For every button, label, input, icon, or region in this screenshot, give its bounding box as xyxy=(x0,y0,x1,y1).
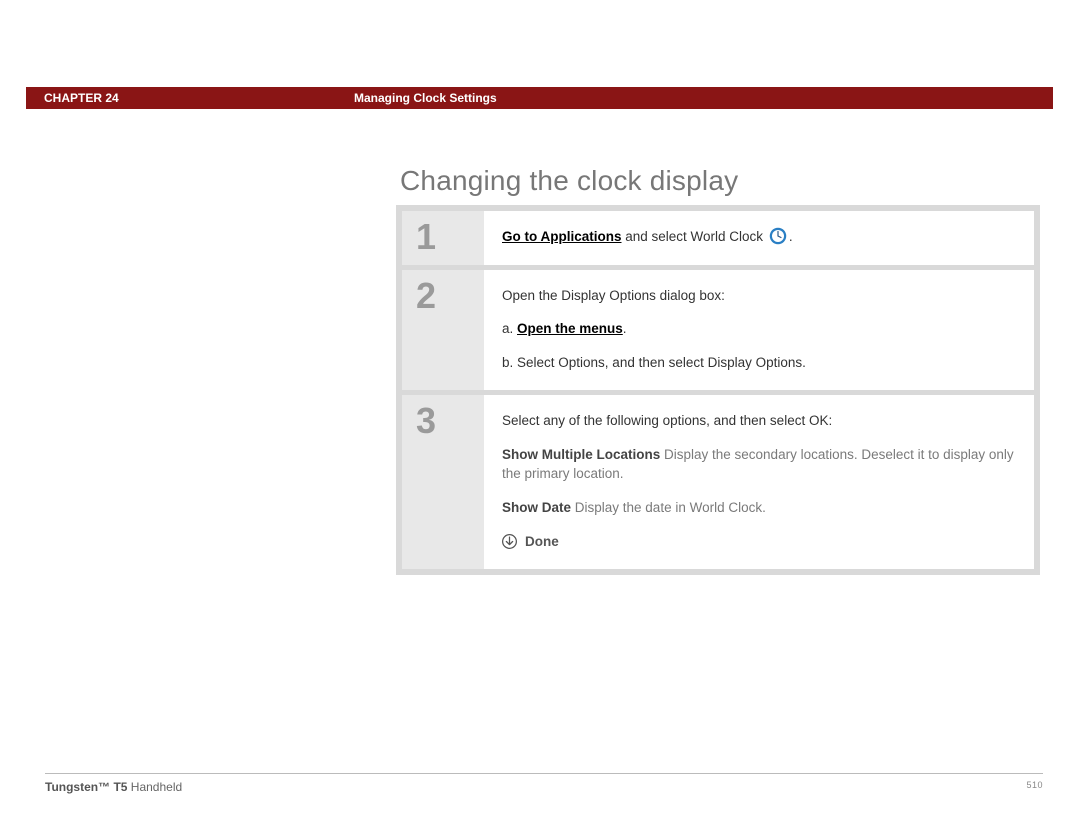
step-1: 1 Go to Applications and select World Clo… xyxy=(402,211,1034,265)
world-clock-icon xyxy=(769,227,787,245)
inline-link[interactable]: Go to Applications xyxy=(502,229,622,244)
option-label: Show Date xyxy=(502,500,571,515)
option-label: Show Multiple Locations xyxy=(502,447,660,462)
down-arrow-icon xyxy=(502,534,517,549)
chapter-title: Managing Clock Settings xyxy=(316,91,497,105)
step-body: Open the Display Options dialog box: a. O… xyxy=(484,270,1034,391)
step-line: b. Select Options, and then select Displ… xyxy=(502,353,1016,373)
text-run: . xyxy=(623,321,627,336)
step-line: Go to Applications and select World Cloc… xyxy=(502,227,1016,247)
text-run: . xyxy=(789,229,793,244)
text-run: Open the Display Options dialog box: xyxy=(502,288,725,303)
step-2: 2 Open the Display Options dialog box: a. … xyxy=(402,270,1034,391)
product-name: Tungsten™ T5 Handheld xyxy=(45,780,182,794)
step-3: 3 Select any of the following options, an… xyxy=(402,395,1034,569)
page-title: Changing the clock display xyxy=(400,165,738,197)
page-footer: Tungsten™ T5 Handheld 510 xyxy=(45,773,1043,794)
step-number: 3 xyxy=(402,395,484,569)
step-line: a. Open the menus. xyxy=(502,319,1016,339)
page-number: 510 xyxy=(1026,780,1043,794)
text-run: Select any of the following options, and… xyxy=(502,413,832,428)
step-line: Select any of the following options, and… xyxy=(502,411,1016,431)
option-description: Display the date in World Clock. xyxy=(571,500,766,515)
inline-link[interactable]: Open the menus xyxy=(517,321,623,336)
done-row: Done xyxy=(502,532,1016,552)
step-line: Open the Display Options dialog box: xyxy=(502,286,1016,306)
document-page: CHAPTER 24 Managing Clock Settings Chang… xyxy=(0,0,1080,834)
steps-container: 1 Go to Applications and select World Clo… xyxy=(396,205,1040,575)
text-run: a. xyxy=(502,321,517,336)
chapter-label: CHAPTER 24 xyxy=(26,91,316,105)
text-run: and select World Clock xyxy=(622,229,767,244)
step-line: Show Date Display the date in World Cloc… xyxy=(502,498,1016,518)
step-number: 1 xyxy=(402,211,484,265)
chapter-header-bar: CHAPTER 24 Managing Clock Settings xyxy=(26,87,1053,109)
done-label: Done xyxy=(525,532,559,552)
step-body: Go to Applications and select World Cloc… xyxy=(484,211,1034,265)
step-line: Show Multiple Locations Display the seco… xyxy=(502,445,1016,484)
step-body: Select any of the following options, and… xyxy=(484,395,1034,569)
text-run: b. Select Options, and then select Displ… xyxy=(502,355,806,370)
step-number: 2 xyxy=(402,270,484,391)
